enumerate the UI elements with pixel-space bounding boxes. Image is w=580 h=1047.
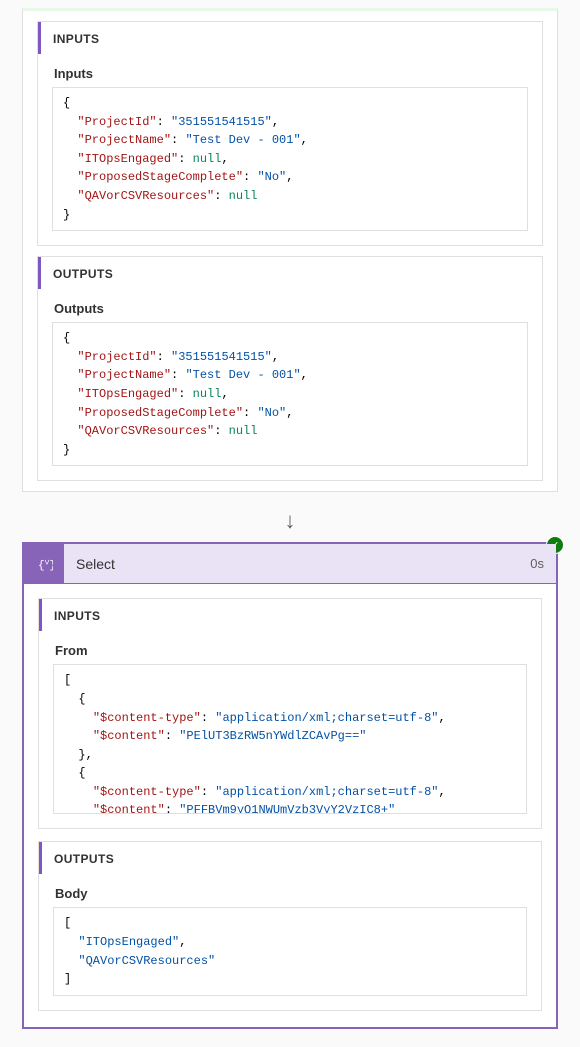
outputs-panel: OUTPUTS Body [ "ITOpsEngaged", "QAVorCSV… <box>38 841 542 1010</box>
panel-title: INPUTS <box>39 599 541 631</box>
field-group: Body [ "ITOpsEngaged", "QAVorCSVResource… <box>39 874 541 1009</box>
field-label: Inputs <box>52 58 528 87</box>
field-group: From [ { "$content-type": "application/x… <box>39 631 541 828</box>
field-group: Outputs { "ProjectId": "351551541515", "… <box>38 289 542 480</box>
panel-title: INPUTS <box>38 22 542 54</box>
body-json[interactable]: [ "ITOpsEngaged", "QAVorCSVResources" ] <box>53 907 527 995</box>
panel-title: OUTPUTS <box>38 257 542 289</box>
action-title: Select <box>64 556 518 572</box>
panel-title: OUTPUTS <box>39 842 541 874</box>
inputs-panel: INPUTS Inputs { "ProjectId": "3515515415… <box>37 21 543 246</box>
outputs-panel: OUTPUTS Outputs { "ProjectId": "35155154… <box>37 256 543 481</box>
field-label: Outputs <box>52 293 528 322</box>
select-action-card[interactable]: ✓ {ⱽ} Select 0s INPUTS From [ { "$conten… <box>22 542 558 1028</box>
flow-arrow: ↓ <box>0 506 580 542</box>
action-duration: 0s <box>518 556 556 571</box>
inputs-panel: INPUTS From [ { "$content-type": "applic… <box>38 598 542 829</box>
arrow-down-icon: ↓ <box>285 510 296 532</box>
action-body: INPUTS From [ { "$content-type": "applic… <box>24 584 556 1026</box>
data-operations-icon: {ⱽ} <box>24 544 64 584</box>
previous-action-card: INPUTS Inputs { "ProjectId": "3515515415… <box>22 8 558 492</box>
inputs-json[interactable]: { "ProjectId": "351551541515", "ProjectN… <box>52 87 528 231</box>
field-label: Body <box>53 878 527 907</box>
action-header[interactable]: {ⱽ} Select 0s <box>24 544 556 584</box>
field-group: Inputs { "ProjectId": "351551541515", "P… <box>38 54 542 245</box>
from-json[interactable]: [ { "$content-type": "application/xml;ch… <box>53 664 527 814</box>
svg-text:{ⱽ}: {ⱽ} <box>38 559 53 572</box>
field-label: From <box>53 635 527 664</box>
outputs-json[interactable]: { "ProjectId": "351551541515", "ProjectN… <box>52 322 528 466</box>
